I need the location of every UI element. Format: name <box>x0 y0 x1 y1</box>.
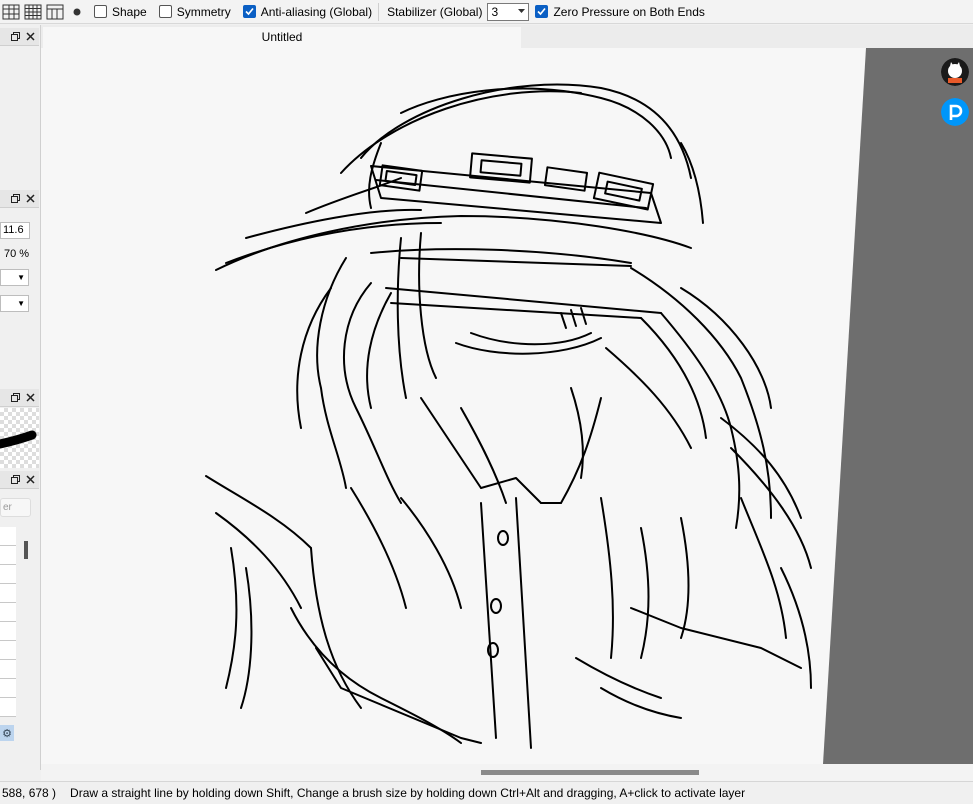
symmetry-checkbox[interactable]: Symmetry <box>158 4 231 19</box>
list-item[interactable] <box>0 698 16 717</box>
stabilizer-label: Stabilizer (Global) <box>387 4 483 19</box>
layer-list <box>0 527 16 717</box>
list-item[interactable] <box>0 584 16 603</box>
shape-label: Shape <box>112 4 147 19</box>
canvas-paper <box>41 48 866 764</box>
list-item[interactable] <box>0 546 16 565</box>
close-icon[interactable] <box>26 475 35 484</box>
shape-check-box[interactable] <box>94 5 107 18</box>
brush-preview <box>0 408 39 468</box>
list-item[interactable] <box>0 679 16 698</box>
chevron-down-icon <box>518 9 526 13</box>
antialiasing-label: Anti-aliasing (Global) <box>260 4 373 19</box>
perspective-grid-icon[interactable] <box>44 1 66 23</box>
panel-header-1 <box>0 28 39 46</box>
gear-icon[interactable]: ⚙ <box>0 725 14 741</box>
float-window-icon[interactable] <box>11 475 20 484</box>
list-item[interactable] <box>0 641 16 660</box>
canvas-workspace[interactable] <box>41 48 973 764</box>
stabilizer-value: 3 <box>491 4 499 19</box>
brush-toolbar: Shape Symmetry Anti-aliasing (Global) St… <box>0 0 973 24</box>
shape-checkbox[interactable]: Shape <box>94 5 147 19</box>
document-tabs: Untitled <box>41 25 973 48</box>
zero-pressure-checkbox[interactable]: Zero Pressure on Both Ends <box>535 4 705 19</box>
brush-texture-dropdown[interactable]: ▼ <box>0 295 29 312</box>
grid-3x3-icon[interactable] <box>0 1 22 23</box>
status-hint: Draw a straight line by holding down Shi… <box>70 786 746 800</box>
brush-mode-dropdown[interactable]: ▼ <box>0 269 29 286</box>
pixiv-icon[interactable] <box>941 98 969 126</box>
symmetry-label: Symmetry <box>176 4 231 19</box>
panel-header-3 <box>0 389 39 407</box>
stabilizer-select[interactable]: 3 <box>487 2 530 21</box>
drawing-canvas[interactable] <box>41 48 973 764</box>
panel-header-4 <box>0 471 39 489</box>
list-item[interactable] <box>0 622 16 641</box>
list-scrollbar[interactable] <box>24 541 28 559</box>
close-icon[interactable] <box>26 194 35 203</box>
brush-size-input[interactable]: 11.6 <box>0 222 30 239</box>
zero-pressure-label: Zero Pressure on Both Ends <box>553 4 705 19</box>
antialiasing-check-box[interactable] <box>242 5 256 18</box>
float-window-icon[interactable] <box>11 194 20 203</box>
list-item[interactable] <box>0 660 16 679</box>
scrollbar-thumb[interactable] <box>481 770 699 775</box>
grid-4x4-icon[interactable] <box>22 1 44 23</box>
layer-search-input[interactable]: er <box>0 498 31 517</box>
symmetry-check-box[interactable] <box>158 5 172 18</box>
list-item[interactable] <box>0 565 16 584</box>
toolbar-divider <box>378 2 380 21</box>
close-icon[interactable] <box>26 32 35 41</box>
horizontal-scrollbar[interactable] <box>41 764 973 781</box>
antialiasing-checkbox[interactable]: Anti-aliasing (Global) <box>242 4 373 19</box>
list-item[interactable] <box>0 527 16 546</box>
brush-opacity-value[interactable]: 70 % <box>4 248 29 260</box>
left-docked-panels: 11.6 70 % ▼ ▼ er ⚙ <box>0 25 41 770</box>
float-window-icon[interactable] <box>11 32 20 41</box>
dot-icon[interactable] <box>66 1 88 23</box>
status-bar: 588, 678 ) Draw a straight line by holdi… <box>0 781 973 804</box>
close-icon[interactable] <box>26 393 35 402</box>
avatar-icon[interactable] <box>941 58 969 86</box>
zero-pressure-check-box[interactable] <box>535 5 549 18</box>
cursor-coordinates: 588, 678 ) <box>2 786 57 800</box>
float-window-icon[interactable] <box>11 393 20 402</box>
tab-untitled[interactable]: Untitled <box>43 27 521 48</box>
list-item[interactable] <box>0 603 16 622</box>
panel-header-2 <box>0 190 39 208</box>
